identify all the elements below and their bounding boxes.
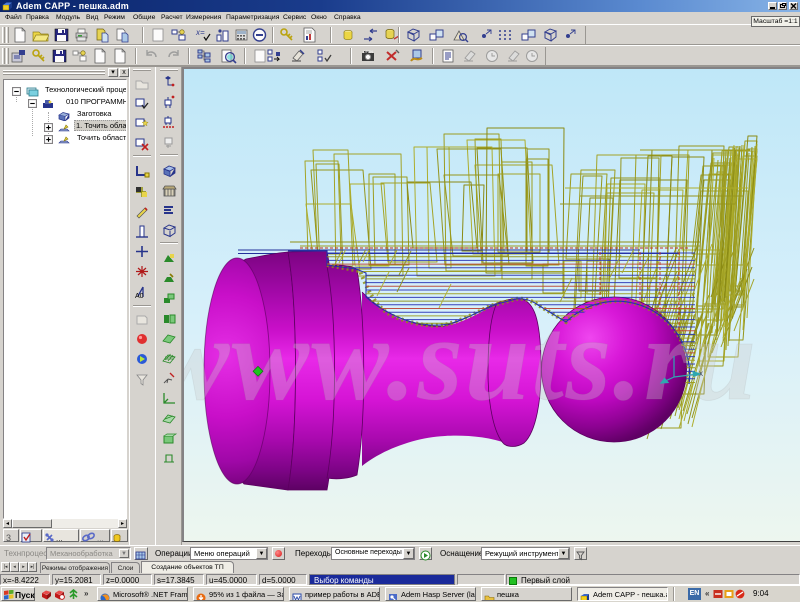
svg-text:3: 3 <box>6 533 11 543</box>
svg-text:x: x <box>699 369 703 378</box>
svg-text:A0: A0 <box>135 293 144 300</box>
svg-text:www.suts.ru: www.suts.ru <box>184 292 758 425</box>
svg-text:x=: x= <box>195 28 205 37</box>
svg-text:...: ... <box>97 534 104 543</box>
svg-text:OPEN: OPEN <box>363 50 373 54</box>
svg-text:...: ... <box>56 534 63 543</box>
